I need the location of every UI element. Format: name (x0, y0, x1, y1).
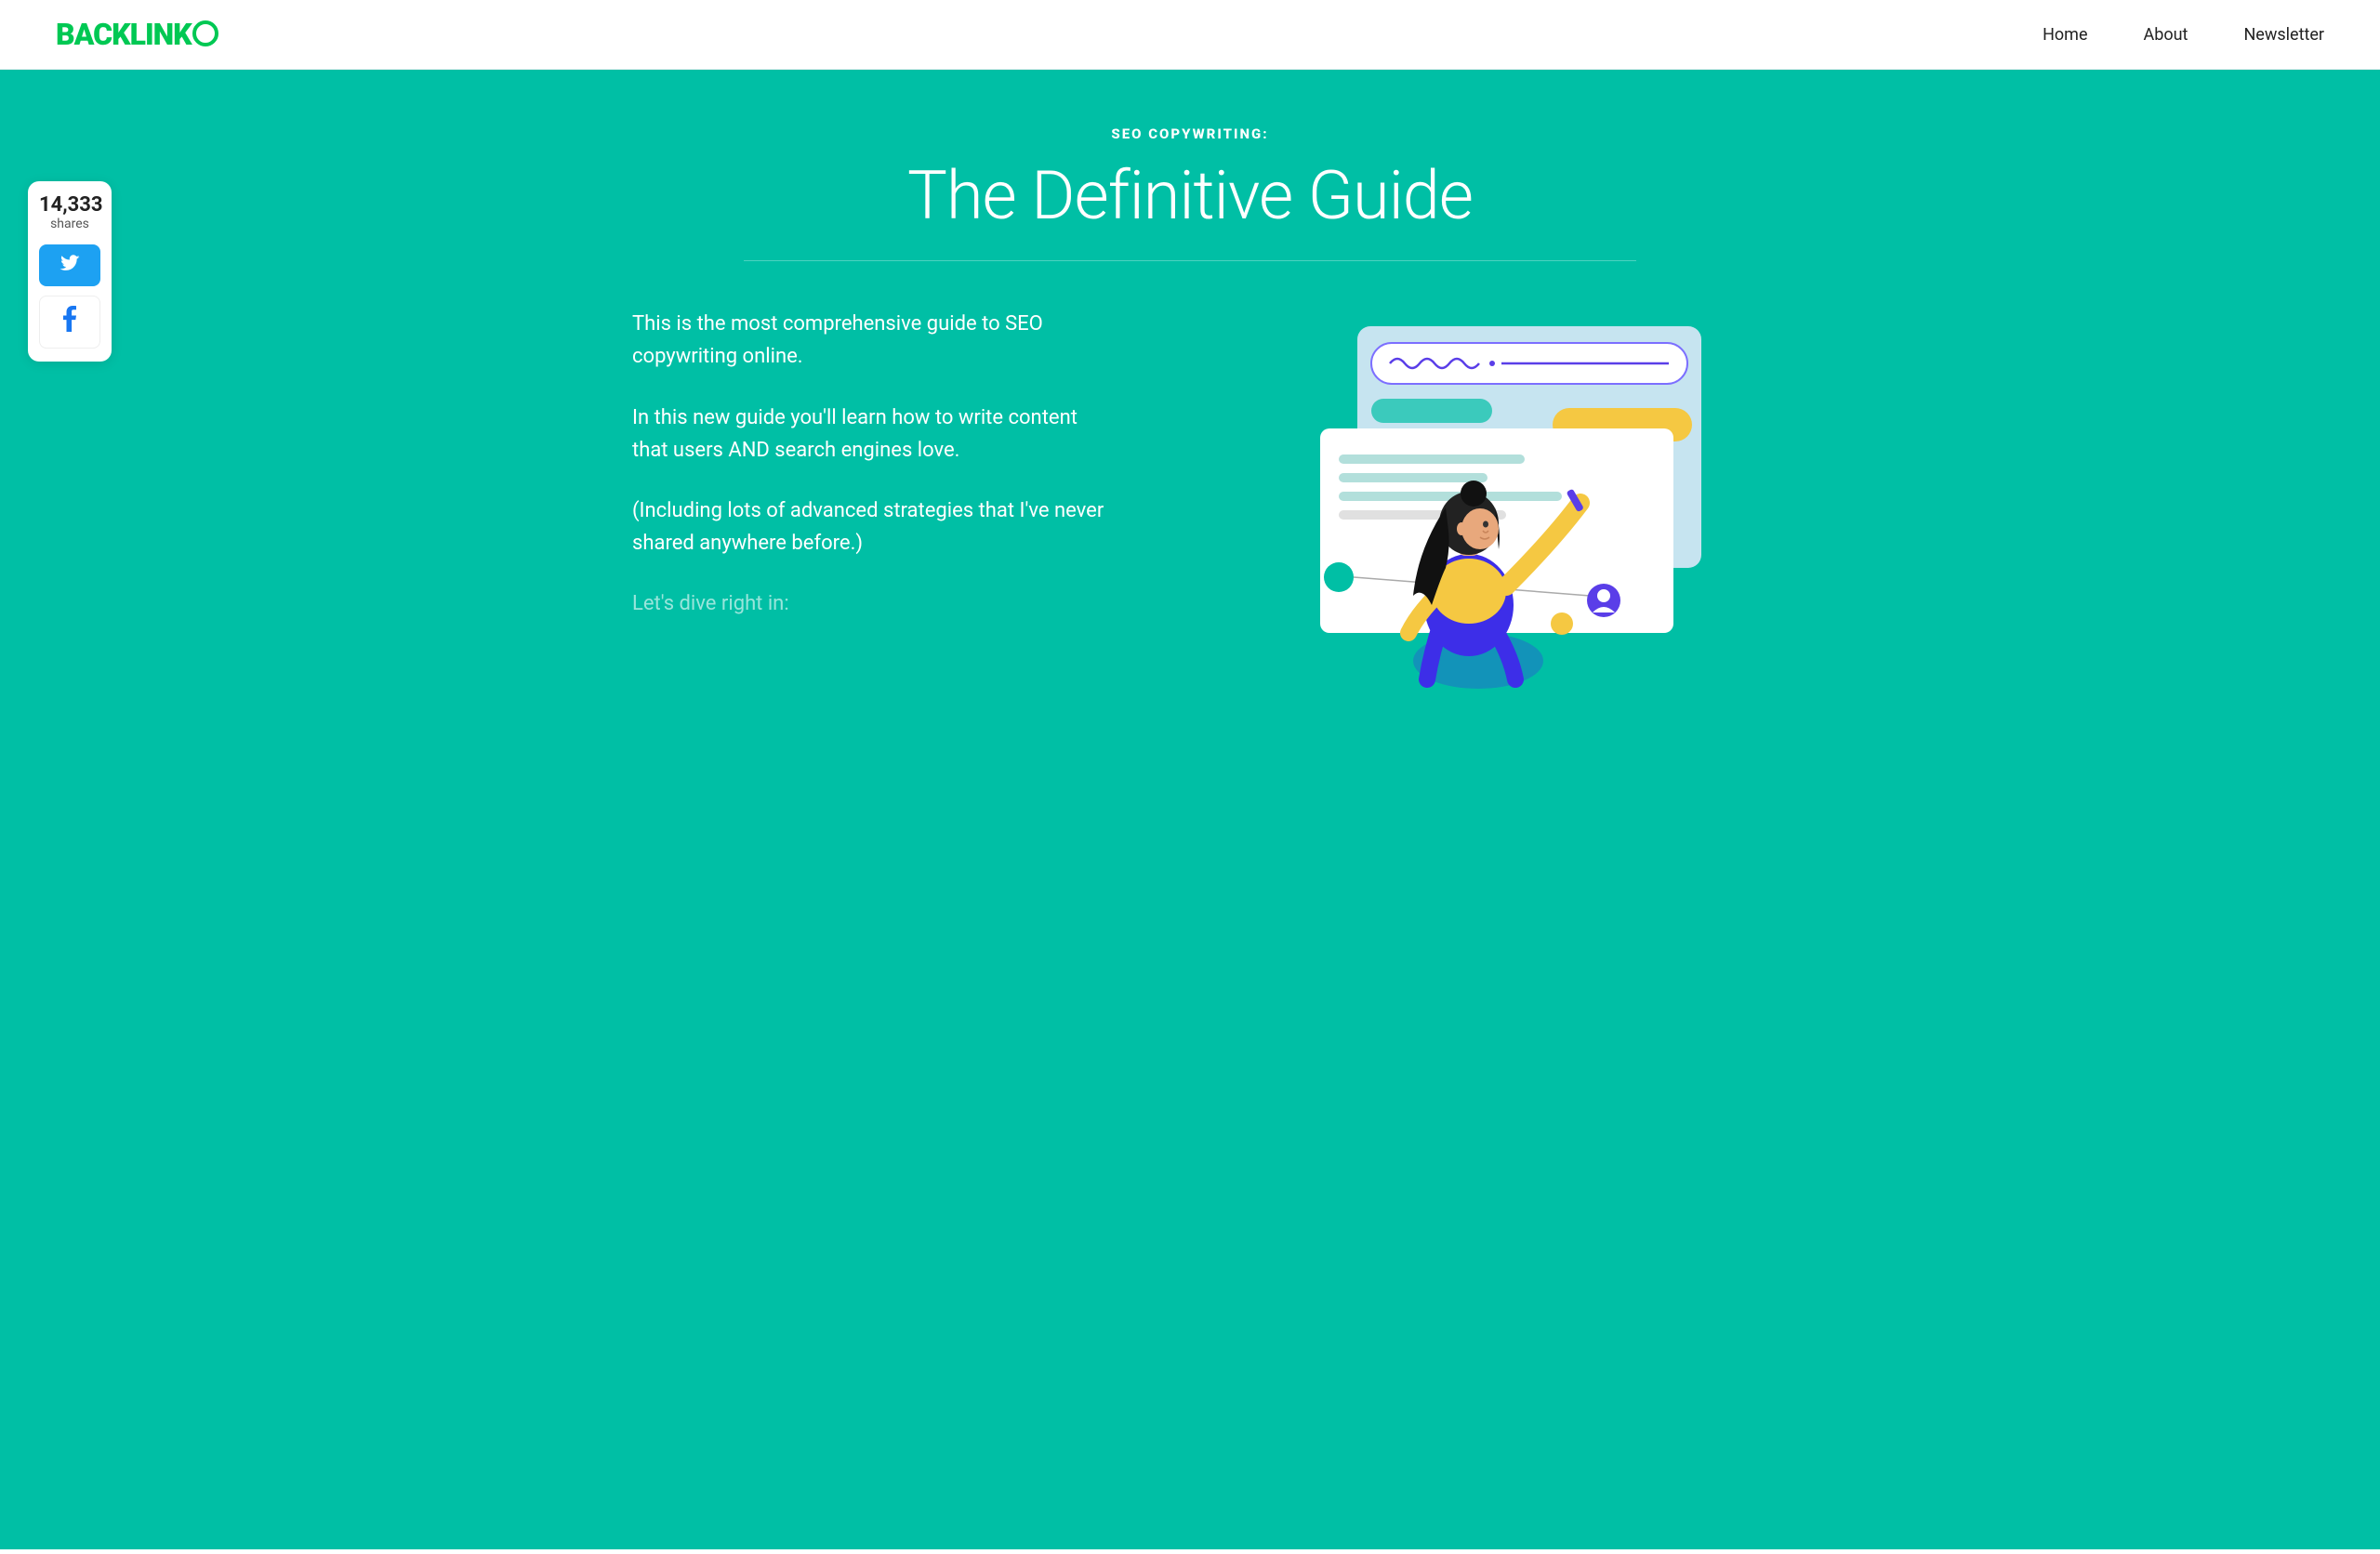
hero-bottom: This is the most comprehensive guide to … (632, 308, 1748, 698)
hero-illustration (1227, 308, 1748, 698)
hero-paragraph-2: In this new guide you'll learn how to wr… (632, 402, 1116, 467)
hero-paragraph-1: This is the most comprehensive guide to … (632, 308, 1116, 373)
share-widget: 14,333 shares (28, 181, 112, 362)
nav-newsletter[interactable]: Newsletter (2243, 25, 2324, 45)
logo-o-icon (192, 20, 218, 46)
twitter-share-button[interactable] (39, 244, 100, 286)
facebook-share-button[interactable] (39, 296, 100, 349)
header: BACKLINK Home About Newsletter (0, 0, 2380, 70)
nav-home[interactable]: Home (2043, 25, 2087, 45)
share-label: shares (39, 217, 100, 231)
hero-paragraph-3: (Including lots of advanced strategies t… (632, 494, 1116, 560)
hero-content: SEO COPYWRITING: The Definitive Guide Th… (632, 125, 1748, 698)
illustration-svg (1246, 308, 1729, 698)
facebook-icon (63, 306, 76, 338)
nav-about[interactable]: About (2144, 25, 2188, 45)
hero-text: This is the most comprehensive guide to … (632, 308, 1116, 620)
logo-text: BACKLINK (56, 17, 192, 52)
navigation: Home About Newsletter (2043, 25, 2324, 45)
logo[interactable]: BACKLINK (56, 17, 218, 52)
hero-subtitle: SEO COPYWRITING: (632, 125, 1748, 142)
share-count: 14,333 (39, 194, 100, 217)
twitter-icon (60, 254, 80, 277)
hero-title: The Definitive Guide (632, 159, 1748, 232)
hero-section: 14,333 shares SEO COPYWRITING: The Defin… (0, 70, 2380, 1549)
hero-divider (744, 260, 1636, 261)
hero-cta: Let's dive right in: (632, 587, 1116, 620)
